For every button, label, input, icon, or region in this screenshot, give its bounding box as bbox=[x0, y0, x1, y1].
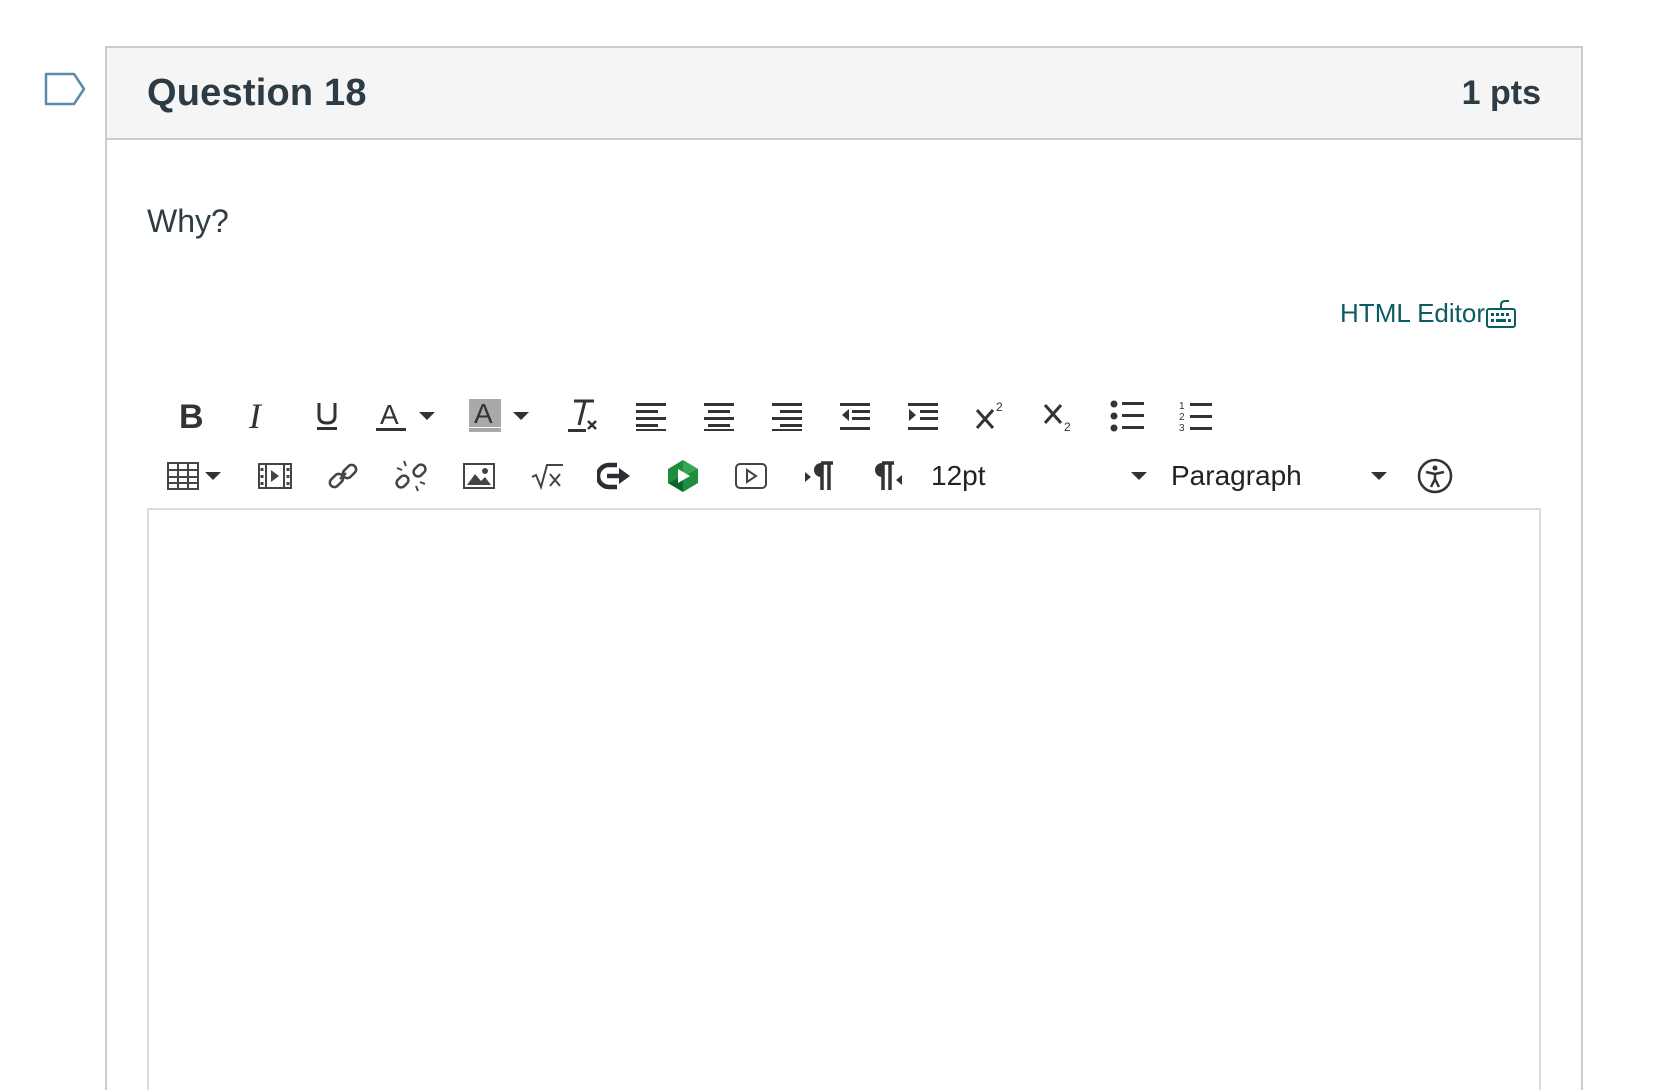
video-icon bbox=[735, 463, 767, 489]
image-icon bbox=[463, 463, 495, 489]
align-right-button[interactable] bbox=[753, 390, 821, 442]
table-button[interactable] bbox=[157, 450, 241, 502]
chevron-down-icon bbox=[1371, 472, 1387, 480]
table-icon bbox=[167, 462, 199, 490]
google-drive-button[interactable] bbox=[649, 450, 717, 502]
bold-icon: B bbox=[179, 399, 204, 433]
accessibility-icon bbox=[1417, 458, 1453, 494]
image-button[interactable] bbox=[445, 450, 513, 502]
font-size-value: 12pt bbox=[931, 460, 986, 491]
video-button[interactable] bbox=[717, 450, 785, 502]
outdent-button[interactable] bbox=[821, 390, 889, 442]
unlink-icon bbox=[395, 460, 427, 492]
editor-toolbar-row-1: B I A A 2 2 1 2 3 bbox=[157, 390, 1229, 442]
underline-icon bbox=[317, 403, 337, 430]
align-center-button[interactable] bbox=[685, 390, 753, 442]
svg-text:2: 2 bbox=[1064, 420, 1071, 433]
indent-button[interactable] bbox=[889, 390, 957, 442]
chevron-down-icon bbox=[1131, 472, 1147, 480]
accessibility-checker-button[interactable] bbox=[1401, 450, 1469, 502]
link-button[interactable] bbox=[309, 450, 377, 502]
background-color-icon: A bbox=[469, 398, 501, 432]
bullet-list-icon bbox=[1110, 400, 1144, 432]
align-left-button[interactable] bbox=[617, 390, 685, 442]
outdent-icon bbox=[840, 403, 870, 430]
lti-tool-icon bbox=[597, 462, 630, 490]
text-color-icon: A bbox=[376, 399, 406, 431]
svg-text:3: 3 bbox=[1179, 423, 1185, 433]
svg-text:2: 2 bbox=[996, 400, 1003, 414]
equation-button[interactable] bbox=[513, 450, 581, 502]
subscript-icon: 2 bbox=[1043, 404, 1071, 433]
align-center-icon bbox=[704, 403, 734, 431]
ltr-paragraph-icon bbox=[805, 461, 833, 490]
google-drive-icon bbox=[668, 460, 698, 492]
numbered-list-button[interactable]: 1 2 3 bbox=[1161, 390, 1229, 442]
media-button[interactable] bbox=[241, 450, 309, 502]
italic-icon: I bbox=[248, 399, 263, 433]
question-points: 1 pts bbox=[1461, 74, 1541, 112]
question-text: Why? bbox=[147, 203, 229, 239]
svg-text:B: B bbox=[179, 399, 204, 433]
bullet-list-button[interactable] bbox=[1093, 390, 1161, 442]
numbered-list-icon: 1 2 3 bbox=[1179, 401, 1212, 433]
svg-text:A: A bbox=[474, 398, 493, 429]
flag-question-icon[interactable] bbox=[44, 72, 88, 106]
block-format-select[interactable]: Paragraph bbox=[1161, 450, 1401, 502]
bold-button[interactable]: B bbox=[157, 390, 225, 442]
editor-toolbar-row-2: 12pt Paragraph bbox=[157, 450, 1469, 502]
align-right-icon bbox=[772, 403, 802, 431]
italic-button[interactable]: I bbox=[225, 390, 293, 442]
quiz-page: Question 18 1 pts Why? HTML Editor B I A… bbox=[0, 0, 1664, 1090]
html-editor-label: HTML Editor bbox=[1340, 298, 1485, 328]
clear-formatting-button[interactable] bbox=[549, 390, 617, 442]
svg-text:A: A bbox=[380, 399, 399, 430]
rtl-paragraph-icon bbox=[875, 461, 902, 490]
svg-text:1: 1 bbox=[1179, 401, 1185, 412]
rtl-paragraph-button[interactable] bbox=[853, 450, 921, 502]
rich-text-editor-area[interactable] bbox=[147, 508, 1541, 1090]
align-left-icon bbox=[636, 403, 666, 431]
keyboard-icon bbox=[1486, 300, 1516, 328]
media-icon bbox=[258, 463, 292, 489]
question-header: Question 18 1 pts bbox=[107, 48, 1581, 140]
link-icon bbox=[328, 463, 358, 489]
unlink-button[interactable] bbox=[377, 450, 445, 502]
clear-formatting-icon bbox=[568, 399, 597, 432]
superscript-button[interactable]: 2 bbox=[957, 390, 1025, 442]
background-color-button[interactable]: A bbox=[455, 390, 549, 442]
font-size-select[interactable]: 12pt bbox=[921, 450, 1161, 502]
block-format-value: Paragraph bbox=[1171, 460, 1302, 491]
svg-text:2: 2 bbox=[1179, 412, 1185, 423]
superscript-icon: 2 bbox=[975, 400, 1003, 429]
underline-button[interactable] bbox=[293, 390, 361, 442]
svg-text:I: I bbox=[248, 399, 263, 433]
ltr-paragraph-button[interactable] bbox=[785, 450, 853, 502]
equation-icon bbox=[531, 464, 563, 491]
html-editor-link[interactable]: HTML Editor bbox=[1340, 298, 1517, 329]
indent-icon bbox=[908, 403, 938, 430]
text-color-button[interactable]: A bbox=[361, 390, 455, 442]
chevron-down-icon[interactable] bbox=[419, 412, 435, 420]
question-card: Question 18 1 pts Why? HTML Editor B I A… bbox=[105, 46, 1583, 1090]
question-title: Question 18 bbox=[147, 72, 367, 114]
lti-tool-button[interactable] bbox=[581, 450, 649, 502]
chevron-down-icon[interactable] bbox=[205, 472, 221, 480]
subscript-button[interactable]: 2 bbox=[1025, 390, 1093, 442]
chevron-down-icon[interactable] bbox=[513, 412, 529, 420]
